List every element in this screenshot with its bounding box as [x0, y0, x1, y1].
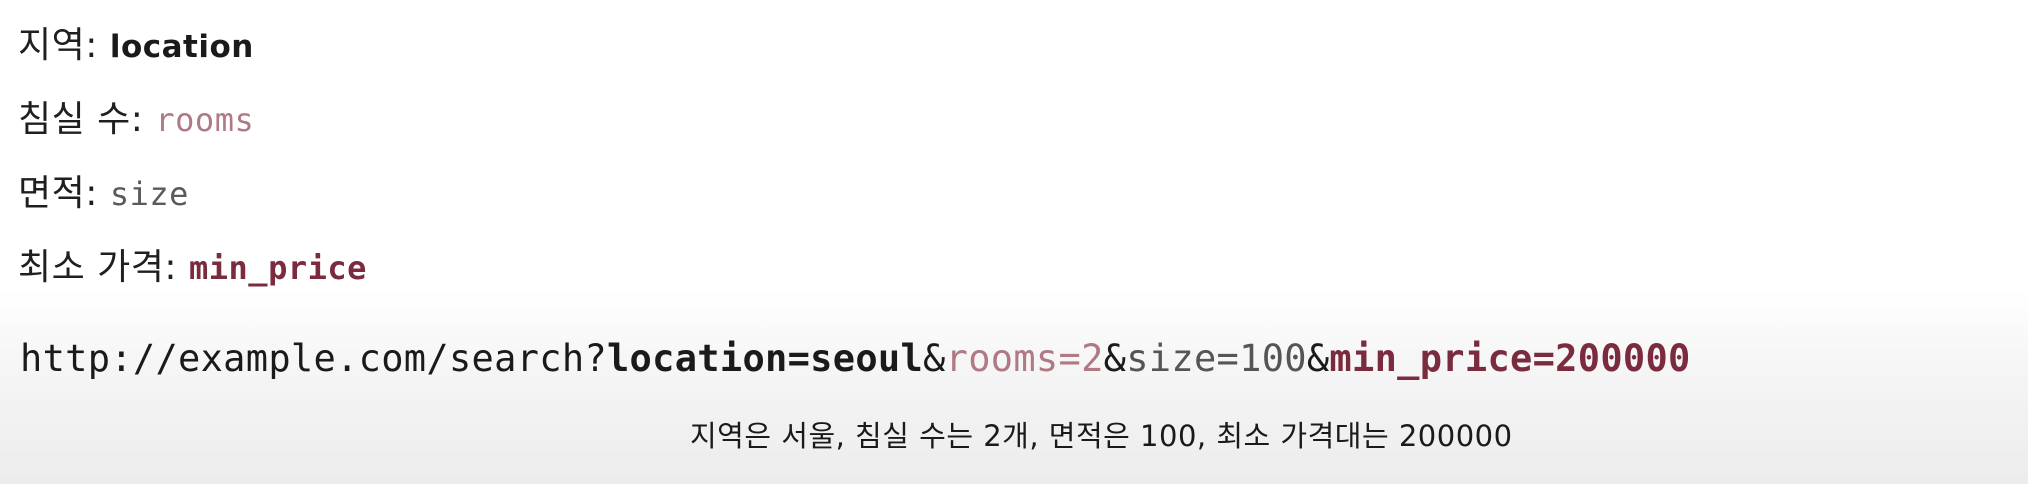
url-rooms-part: rooms=2: [945, 337, 1104, 380]
param-location-name: location: [109, 29, 254, 65]
param-size-label: 면적:: [18, 173, 110, 214]
url-ampersand: &: [1103, 337, 1127, 380]
url-size-part: size=100: [1126, 337, 1307, 380]
example-url: http://example.com/search?location=seoul…: [20, 333, 1691, 385]
param-location-row: 지역: location: [18, 22, 254, 71]
param-min-price-label: 최소 가격:: [18, 247, 189, 288]
param-rooms-row: 침실 수: rooms: [18, 96, 254, 144]
param-size-row: 면적: size: [18, 170, 189, 218]
url-location-part: location=seoul: [606, 337, 924, 380]
url-base: http://example.com/search?: [20, 337, 607, 380]
param-rooms-label: 침실 수:: [18, 99, 156, 140]
url-min-price-part: min_price=200000: [1329, 337, 1691, 380]
param-min-price-row: 최소 가격: min_price: [18, 244, 367, 292]
slide: 지역: location 침실 수: rooms 면적: size 최소 가격:…: [0, 0, 2028, 484]
param-size-name: size: [109, 175, 189, 213]
param-rooms-name: rooms: [155, 101, 255, 139]
explanation-caption: 지역은 서울, 침실 수는 2개, 면적은 100, 최소 가격대는 20000…: [690, 419, 1513, 453]
url-ampersand: &: [1306, 337, 1330, 380]
url-ampersand: &: [923, 337, 946, 380]
param-min-price-name: min_price: [189, 249, 367, 287]
param-location-label: 지역:: [18, 25, 110, 66]
